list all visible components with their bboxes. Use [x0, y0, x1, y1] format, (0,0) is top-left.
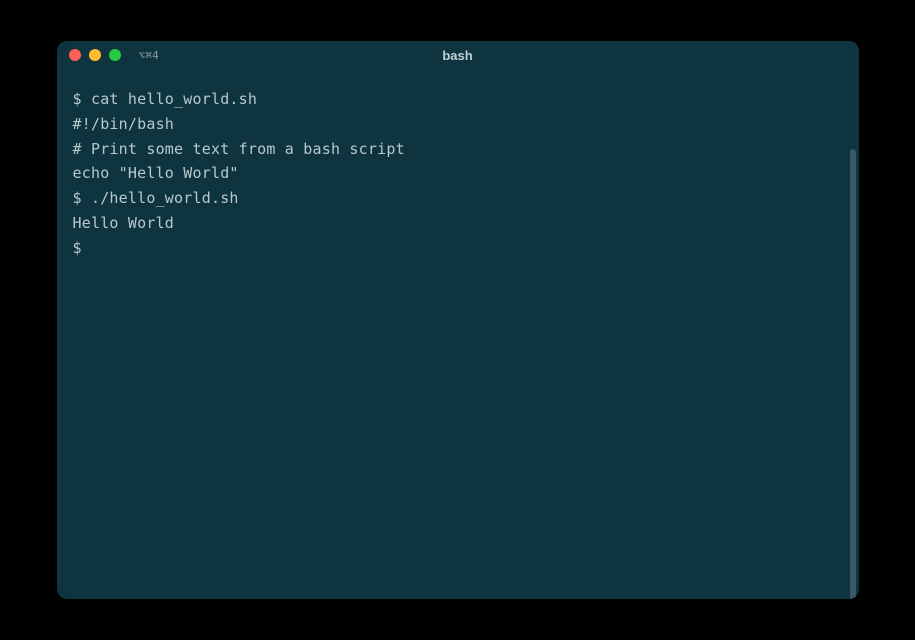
titlebar[interactable]: ⌥⌘4 bash: [57, 41, 859, 69]
terminal-line: # Print some text from a bash script: [73, 137, 843, 162]
terminal-line: echo "Hello World": [73, 161, 843, 186]
terminal-window: ⌥⌘4 bash $ cat hello_world.sh #!/bin/bas…: [57, 41, 859, 599]
minimize-button[interactable]: [89, 49, 101, 61]
window-title: bash: [442, 48, 472, 63]
close-button[interactable]: [69, 49, 81, 61]
terminal-body[interactable]: $ cat hello_world.sh #!/bin/bash # Print…: [57, 69, 859, 599]
terminal-line: $: [73, 236, 843, 261]
maximize-button[interactable]: [109, 49, 121, 61]
terminal-line: Hello World: [73, 211, 843, 236]
terminal-line: $ cat hello_world.sh: [73, 87, 843, 112]
scrollbar[interactable]: [850, 149, 856, 599]
terminal-line: #!/bin/bash: [73, 112, 843, 137]
terminal-line: $ ./hello_world.sh: [73, 186, 843, 211]
tab-shortcut-label: ⌥⌘4: [139, 49, 159, 62]
traffic-lights: [69, 49, 121, 61]
